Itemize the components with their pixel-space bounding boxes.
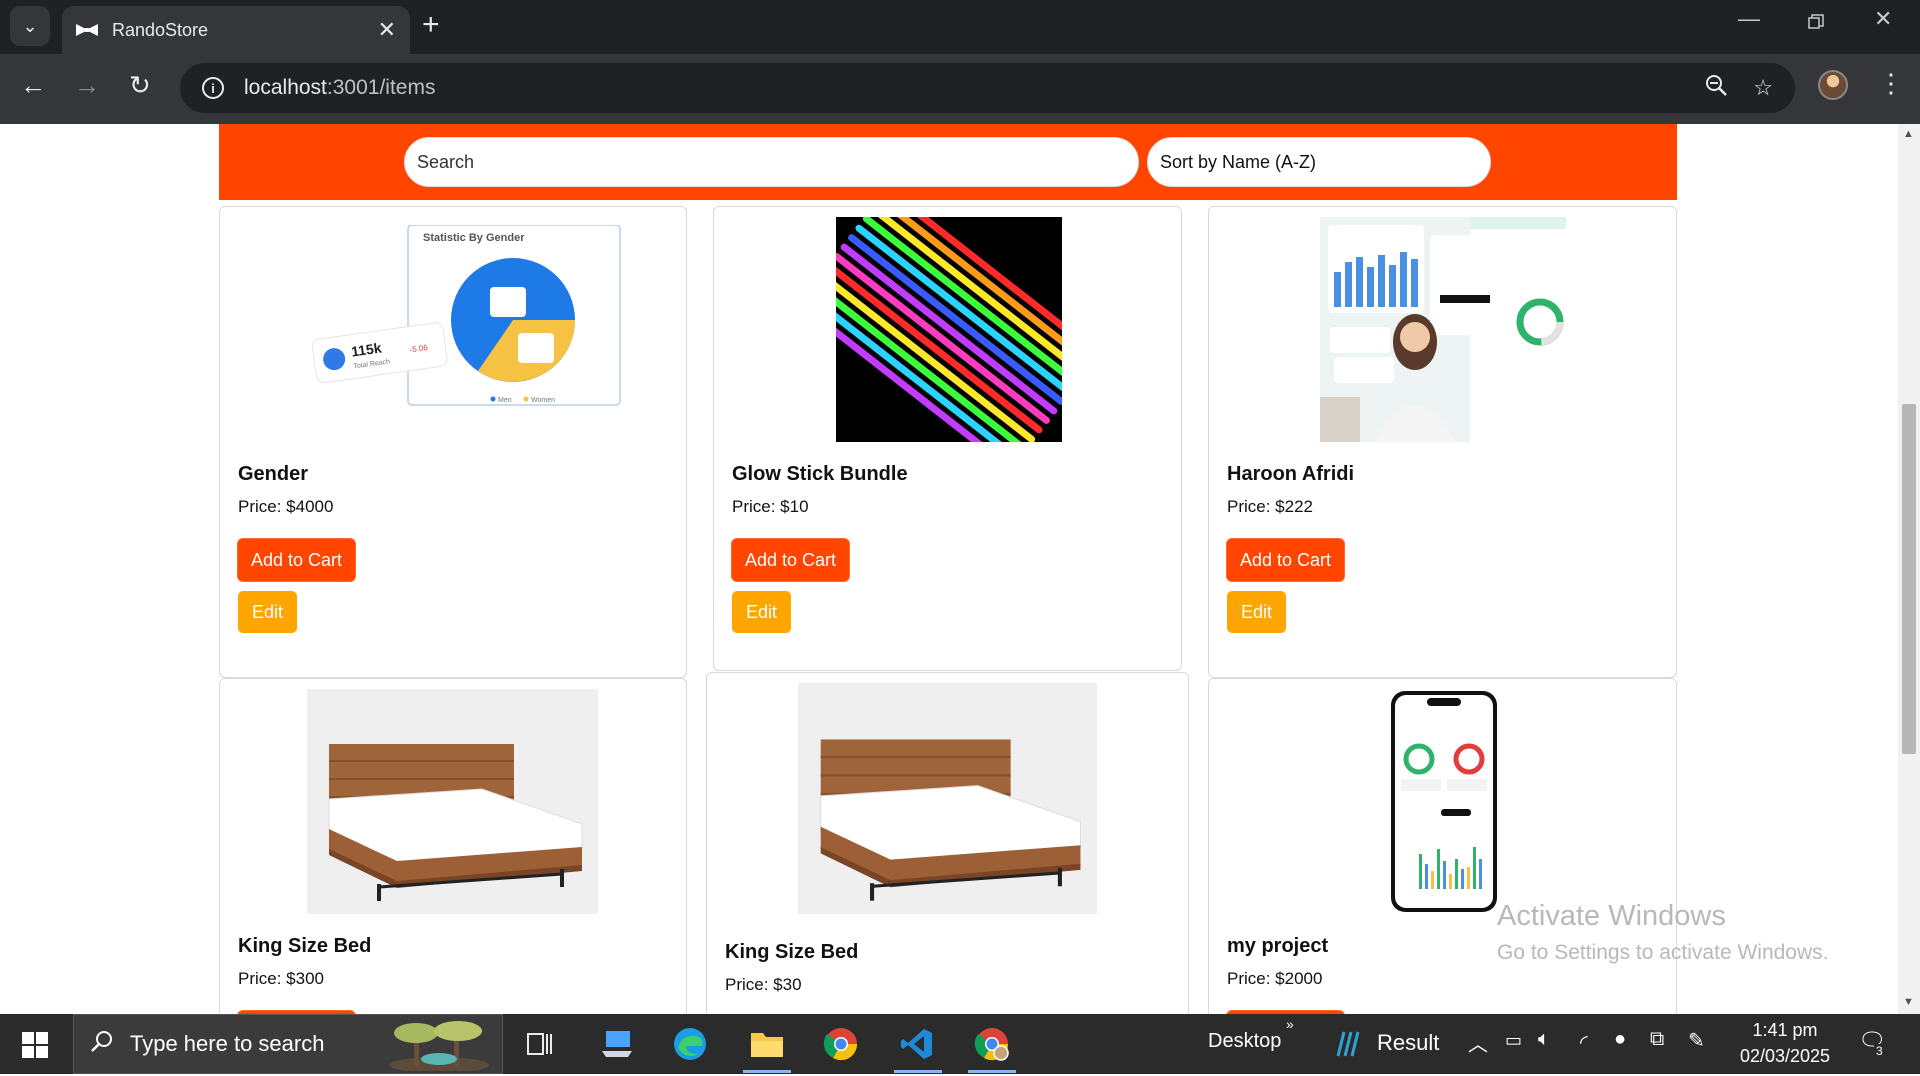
- chrome-profile-active-indicator: [968, 1070, 1016, 1073]
- taskbar-search-box[interactable]: Type here to search: [73, 1014, 503, 1074]
- product-price: Price: $4000: [238, 497, 334, 516]
- url-host: localhost: [244, 76, 327, 99]
- bow-tie-favicon-icon: [76, 24, 98, 36]
- add-to-cart-button[interactable]: Add to Cart: [1227, 539, 1345, 581]
- windows-taskbar: Type here to search Desktop » Result ︿ ▭…: [0, 1014, 1920, 1074]
- product-name: Haroon Afridi: [1227, 463, 1355, 485]
- activate-windows-title: Activate Windows: [1497, 900, 1726, 932]
- wifi-icon[interactable]: ◜: [1580, 1030, 1588, 1055]
- store-header-bar: Sort by Name (A-Z): [219, 124, 1677, 200]
- page-scrollbar[interactable]: ▲ ▼: [1898, 124, 1920, 1014]
- url-path: :3001/items: [326, 76, 436, 99]
- scroll-up-arrow-icon[interactable]: ▲: [1903, 128, 1914, 140]
- product-image: [1320, 217, 1566, 442]
- url-text[interactable]: localhost:3001/items: [244, 76, 1679, 100]
- restore-icon[interactable]: [1808, 10, 1824, 36]
- pen-icon[interactable]: ✎: [1688, 1028, 1705, 1053]
- back-arrow-icon[interactable]: ←: [20, 70, 46, 101]
- edit-button[interactable]: Edit: [732, 591, 792, 633]
- new-tab-button[interactable]: +: [422, 8, 440, 42]
- product-image: [798, 683, 1097, 914]
- product-card: Statistic By Gender Men Women 115k Total…: [219, 206, 687, 678]
- edge-browser-icon[interactable]: [670, 1024, 710, 1064]
- show-hidden-icons-chevron-icon[interactable]: ︿: [1468, 1028, 1488, 1057]
- file-explorer-active-indicator: [743, 1070, 791, 1073]
- product-name: King Size Bed: [725, 941, 859, 963]
- product-image: Statistic By Gender Men Women 115k Total…: [298, 224, 634, 415]
- product-price: Price: $222: [1227, 497, 1313, 516]
- chrome-icon[interactable]: [821, 1024, 861, 1064]
- close-tab-icon[interactable]: ✕: [378, 17, 396, 43]
- tab-title: RandoStore: [112, 19, 209, 40]
- windows-start-button[interactable]: [22, 1032, 48, 1058]
- search-icon: [90, 1029, 114, 1059]
- profile-avatar[interactable]: [1818, 70, 1848, 100]
- cricket-result-icon[interactable]: [1328, 1024, 1368, 1064]
- clock-date[interactable]: 02/03/2025: [1736, 1046, 1834, 1067]
- edit-button[interactable]: Edit: [1227, 591, 1287, 633]
- reload-icon[interactable]: ↻: [129, 70, 151, 101]
- product-price: Price: $30: [725, 975, 802, 994]
- site-info-icon[interactable]: i: [202, 77, 224, 99]
- zoom-icon[interactable]: [1705, 74, 1728, 102]
- taskbar-search-placeholder: Type here to search: [130, 1031, 325, 1056]
- browser-tab[interactable]: RandoStore ✕: [62, 6, 410, 54]
- vscode-icon[interactable]: [897, 1024, 937, 1064]
- add-to-cart-button[interactable]: Add to Cart: [238, 539, 356, 581]
- speaker-icon[interactable]: 🔈︎: [1538, 1028, 1550, 1051]
- sort-select[interactable]: Sort by Name (A-Z): [1147, 137, 1491, 187]
- product-name: my project: [1227, 935, 1329, 957]
- activate-windows-subtitle: Go to Settings to activate Windows.: [1497, 941, 1829, 964]
- legend-men: Men: [498, 397, 512, 404]
- edit-button[interactable]: Edit: [238, 591, 298, 633]
- product-card: King Size Bed Price: $30: [706, 672, 1189, 1014]
- device-icon[interactable]: ⧉: [1650, 1028, 1664, 1051]
- task-view-icon[interactable]: [520, 1024, 560, 1064]
- product-image: [836, 217, 1062, 442]
- file-explorer-icon[interactable]: [747, 1024, 787, 1064]
- product-price: Price: $2000: [1227, 969, 1323, 988]
- product-price: Price: $10: [732, 497, 809, 516]
- product-card: Haroon Afridi Price: $222 Add to Cart Ed…: [1208, 206, 1677, 678]
- product-price: Price: $300: [238, 969, 324, 988]
- toolbar-expand-icon[interactable]: »: [1286, 1016, 1294, 1032]
- tab-search-menu-button[interactable]: ⌄: [10, 6, 50, 46]
- notification-count-badge: 3: [1874, 1044, 1885, 1058]
- product-card: King Size Bed Price: $300 Add to Cart: [219, 678, 687, 1014]
- computer-app-icon[interactable]: [597, 1024, 637, 1064]
- product-image: [1389, 689, 1499, 914]
- add-to-cart-button[interactable]: Add to Cart: [732, 539, 850, 581]
- product-name: Glow Stick Bundle: [732, 463, 908, 485]
- close-window-icon[interactable]: ✕: [1874, 6, 1892, 32]
- product-image: [307, 689, 598, 914]
- vscode-active-indicator: [894, 1070, 942, 1073]
- address-bar[interactable]: i localhost:3001/items ☆: [180, 63, 1795, 113]
- minimize-icon[interactable]: —: [1738, 6, 1760, 32]
- browser-tab-bar: ⌄ RandoStore ✕ + — ✕: [0, 0, 1920, 54]
- search-input[interactable]: [404, 137, 1139, 187]
- battery-icon[interactable]: ▭: [1505, 1030, 1522, 1051]
- more-menu-icon[interactable]: ⋮: [1878, 68, 1904, 99]
- legend-women: Women: [531, 397, 555, 404]
- desktop-toolbar-label[interactable]: Desktop: [1208, 1030, 1281, 1053]
- result-label[interactable]: Result: [1377, 1030, 1439, 1056]
- product-name: Gender: [238, 463, 309, 485]
- product-name: King Size Bed: [238, 935, 372, 957]
- microphone-icon[interactable]: ●: [1614, 1028, 1626, 1051]
- product-card: Glow Stick Bundle Price: $10 Add to Cart…: [713, 206, 1182, 671]
- bookmark-star-icon[interactable]: ☆: [1753, 75, 1773, 101]
- forward-arrow-icon[interactable]: →: [74, 70, 100, 101]
- browser-toolbar: ← → ↻ i localhost:3001/items ☆ ⋮: [0, 54, 1920, 124]
- chart-title: Statistic By Gender: [423, 232, 525, 244]
- clock-time[interactable]: 1:41 pm: [1750, 1020, 1820, 1041]
- page-viewport: Sort by Name (A-Z) Statistic By Gender M…: [0, 124, 1898, 1014]
- chrome-profile-icon[interactable]: [972, 1024, 1012, 1064]
- scroll-down-arrow-icon[interactable]: ▼: [1903, 996, 1914, 1008]
- scroll-thumb[interactable]: [1902, 404, 1916, 754]
- chevron-down-icon: ⌄: [22, 15, 38, 36]
- search-highlight-art-icon: [384, 1019, 494, 1073]
